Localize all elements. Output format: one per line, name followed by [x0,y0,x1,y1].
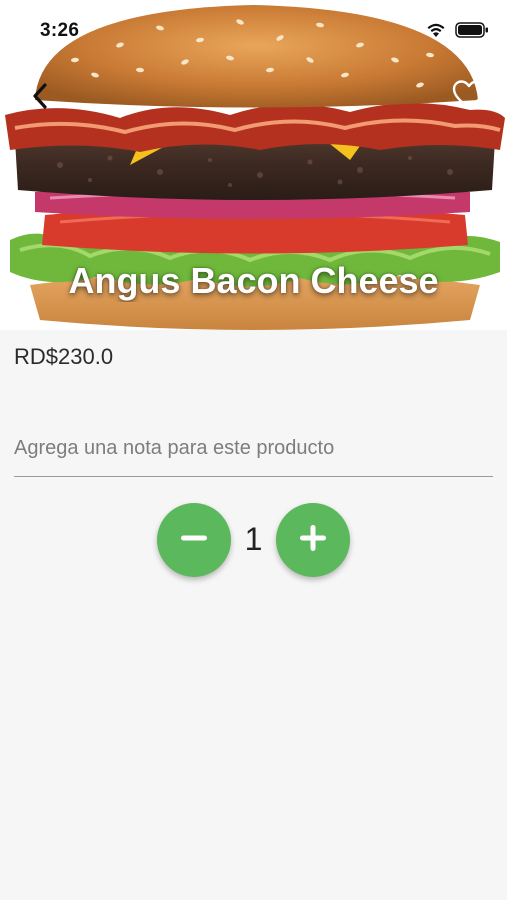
increment-button[interactable] [276,503,350,577]
status-time: 3:26 [40,20,80,41]
plus-icon [298,523,328,558]
chevron-left-icon [30,81,50,116]
favorite-button[interactable] [449,78,489,116]
product-hero: 3:26 Angus Bacon Cheese [0,0,507,330]
heart-outline-icon [451,79,487,116]
minus-icon [179,523,209,558]
battery-icon [455,22,489,43]
back-button[interactable] [24,80,56,116]
product-note-input[interactable] [14,420,493,477]
quantity-stepper: 1 [0,503,507,579]
status-bar: 3:26 [0,0,507,60]
decrement-button[interactable] [157,503,231,577]
product-title: Angus Bacon Cheese [68,260,439,301]
product-price: RD$230.0 [14,344,114,369]
status-icons [425,22,489,43]
quantity-value: 1 [244,521,263,557]
wifi-icon [425,22,447,43]
